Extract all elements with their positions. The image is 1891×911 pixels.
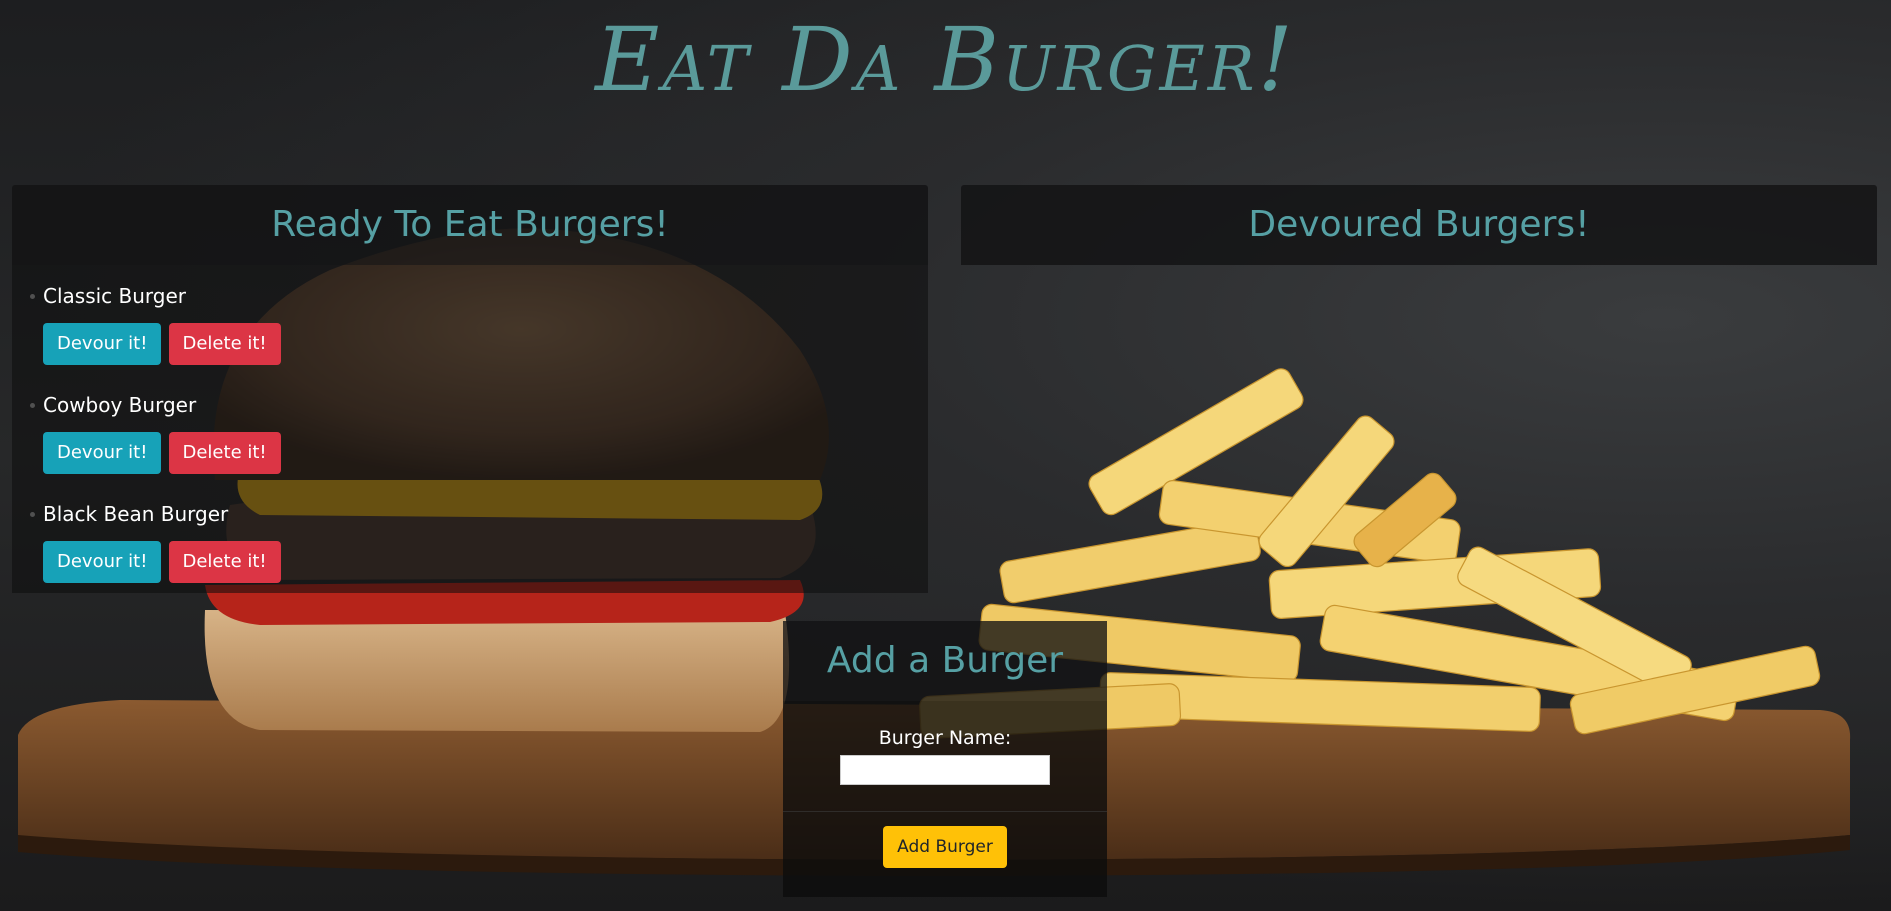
devour-button[interactable]: Devour it!: [43, 432, 162, 474]
burger-item-classic: Classic Burger Devour it! Delete it!: [30, 279, 928, 388]
site-title: Eat Da Burger!: [595, 8, 1296, 111]
ready-to-eat-heading: Ready To Eat Burgers!: [12, 185, 928, 265]
burger-list: Classic Burger Devour it! Delete it! Cow…: [12, 265, 928, 606]
add-burger-form: Burger Name: Add Burger: [783, 701, 1107, 897]
burger-name-label: Burger Name:: [878, 727, 1012, 749]
burger-item-black-bean: Black Bean Burger Devour it! Delete it!: [30, 497, 928, 606]
ready-to-eat-panel: Ready To Eat Burgers! Classic Burger Dev…: [12, 185, 928, 593]
burger-item-cowboy: Cowboy Burger Devour it! Delete it!: [30, 388, 928, 497]
delete-button[interactable]: Delete it!: [168, 432, 281, 474]
add-burger-heading: Add a Burger: [783, 621, 1107, 701]
devour-button[interactable]: Devour it!: [43, 541, 162, 583]
ready-to-eat-body: Classic Burger Devour it! Delete it! Cow…: [12, 265, 928, 593]
delete-button[interactable]: Delete it!: [168, 541, 281, 583]
devour-button[interactable]: Devour it!: [43, 323, 162, 365]
delete-button[interactable]: Delete it!: [168, 323, 281, 365]
devoured-heading: Devoured Burgers!: [961, 185, 1877, 265]
burger-name-input[interactable]: [840, 755, 1050, 785]
burger-name: Cowboy Burger: [43, 393, 197, 417]
add-burger-panel: Add a Burger Burger Name: Add Burger: [783, 621, 1107, 897]
burger-name: Black Bean Burger: [43, 502, 229, 526]
burger-name: Classic Burger: [43, 284, 187, 308]
form-divider: [783, 811, 1107, 812]
devoured-panel: Devoured Burgers!: [961, 185, 1877, 265]
add-burger-button[interactable]: Add Burger: [883, 826, 1007, 868]
